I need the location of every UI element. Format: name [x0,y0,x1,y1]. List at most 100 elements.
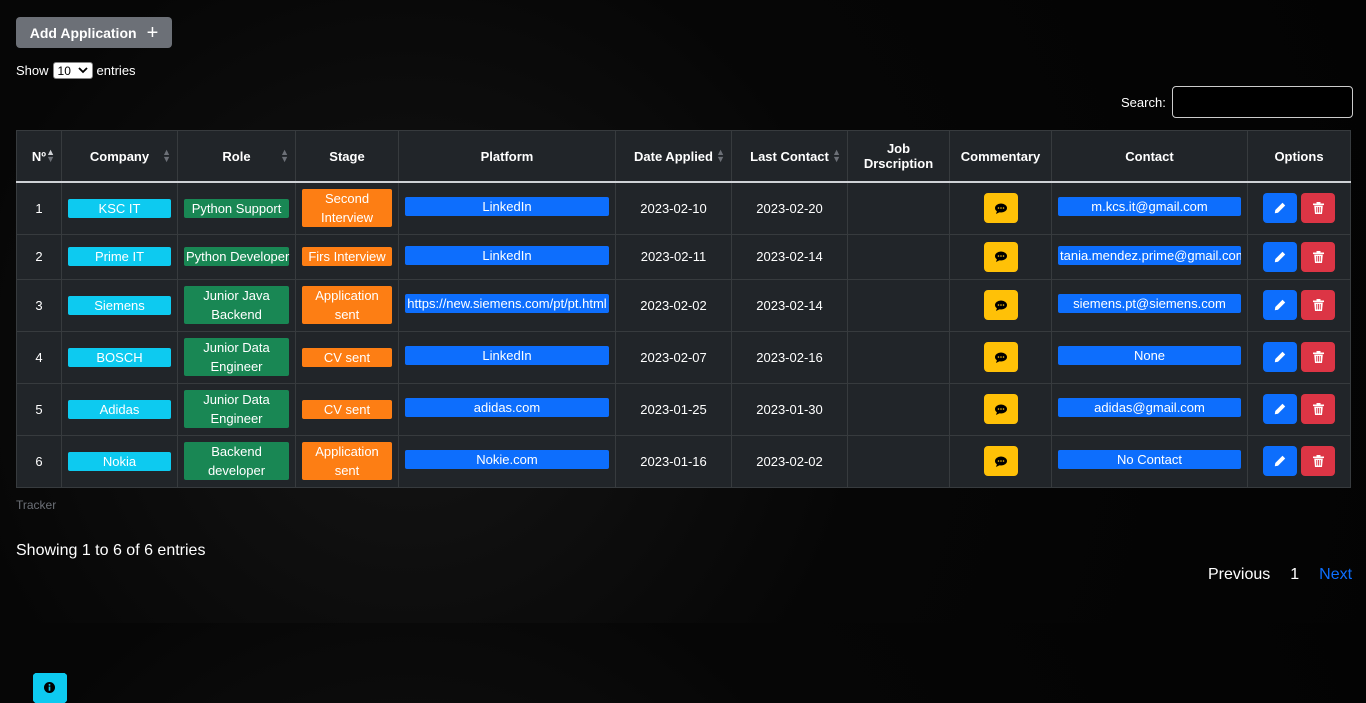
platform-badge: Nokie.com [405,450,609,469]
row-options [1254,342,1344,372]
cell-stage: Second Interview [295,181,399,235]
role-badge: Python Developer [184,247,290,266]
col-header-company[interactable]: Company ▲ ▼ [61,130,178,183]
cell-contact: No Contact [1051,434,1248,488]
cell-date-applied: 2023-01-25 [615,382,732,436]
edit-button[interactable] [1263,446,1297,476]
commentary-button[interactable] [983,342,1018,372]
cell-role: Python Support [177,181,296,235]
company-badge: Siemens [68,295,171,315]
cell-date-applied: 2023-02-07 [615,330,732,384]
trash-icon [1312,455,1324,467]
cell-number: 1 [16,181,62,235]
role-badge: Junior Java Backend [184,286,289,324]
next-button[interactable]: Next [1319,566,1352,584]
company-badge: Prime IT [68,247,171,266]
stage-badge: Application sent [302,286,392,324]
entries-label: entries [96,63,136,78]
comment-icon [994,456,1007,467]
pencil-icon [1274,455,1286,467]
search-input[interactable] [1171,86,1353,118]
contact-badge: m.kcs.it@gmail.com [1058,197,1241,217]
cell-stage: Firs Interview [295,233,399,280]
contact-badge: None [1058,346,1241,365]
cell-platform: Nokie.com [398,434,616,488]
stage-badge: CV sent [302,347,392,367]
cell-date-applied: 2023-02-10 [615,181,732,235]
pencil-icon [1274,203,1286,214]
cell-role: Junior Java Backend [177,278,296,332]
edit-button[interactable] [1263,342,1297,372]
previous-button[interactable]: Previous [1208,566,1270,584]
add-application-button[interactable]: Add Application + [16,17,172,48]
row-options [1254,446,1344,476]
cell-commentary [949,181,1052,235]
plus-icon: + [146,21,159,44]
col-header-last-contact[interactable]: Last Contact ▲ ▼ [731,130,848,183]
contact-badge: siemens.pt@siemens.com [1058,294,1241,313]
delete-button[interactable] [1301,342,1335,372]
cell-options [1247,181,1351,235]
delete-button[interactable] [1301,193,1335,224]
stage-badge: CV sent [302,399,392,419]
cell-date-applied: 2023-02-11 [615,233,732,280]
col-header-number[interactable]: Nº ▲ ▼ [16,130,62,183]
delete-button[interactable] [1301,290,1335,320]
add-application-label: Add Application [29,24,137,41]
edit-button[interactable] [1263,394,1297,424]
edit-button[interactable] [1263,290,1297,320]
delete-button[interactable] [1301,446,1335,476]
commentary-button[interactable] [983,290,1018,320]
search-control: Search: [1121,86,1353,118]
commentary-button[interactable] [983,241,1018,272]
trash-icon [1312,250,1324,263]
col-header-commentary: Commentary [949,130,1052,183]
chevron-down-icon [77,67,88,74]
cell-company: BOSCH [61,330,178,384]
cell-commentary [949,330,1052,384]
cell-contact: m.kcs.it@gmail.com [1051,181,1248,235]
sort-icon: ▲ ▼ [716,147,725,164]
col-header-job-description: Job Drscription [847,130,950,183]
pagination: Previous 1 Next [1208,566,1352,584]
cell-stage: CV sent [295,382,399,436]
cell-options [1247,434,1351,488]
comment-icon [994,251,1007,262]
cell-number: 6 [16,434,62,488]
cell-commentary [949,434,1052,488]
company-badge: KSC IT [68,198,171,218]
cell-role: Junior Data Engineer [177,330,296,384]
trash-icon [1312,202,1324,215]
cell-platform: LinkedIn [398,330,616,384]
commentary-button[interactable] [983,193,1018,224]
entries-select[interactable]: 10 [52,62,93,79]
cell-company: Siemens [61,278,178,332]
cell-options [1247,382,1351,436]
commentary-button[interactable] [983,446,1018,476]
platform-badge: LinkedIn [405,245,609,265]
cell-contact: tania.mendez.prime@gmail.com [1051,233,1248,280]
col-header-date-applied[interactable]: Date Applied ▲ ▼ [615,130,732,183]
cell-number: 2 [16,233,62,280]
entries-select-value: 10 [57,63,71,78]
cell-date-applied: 2023-02-02 [615,278,732,332]
comment-icon [994,404,1007,415]
pencil-icon [1274,403,1286,415]
page-1-button[interactable]: 1 [1290,566,1299,584]
row-options [1254,290,1344,320]
col-header-role[interactable]: Role ▲ ▼ [177,130,296,183]
edit-button[interactable] [1263,193,1297,224]
job-description-button[interactable] [32,672,67,703]
edit-button[interactable] [1263,241,1297,272]
stage-badge: Application sent [302,442,392,480]
role-badge: Junior Data Engineer [184,390,289,428]
delete-button[interactable] [1301,241,1335,272]
cell-last-contact: 2023-02-16 [731,330,848,384]
trash-icon [1312,351,1324,363]
commentary-button[interactable] [983,394,1018,424]
delete-button[interactable] [1301,394,1335,424]
cell-contact: adidas@gmail.com [1051,382,1248,436]
cell-last-contact: 2023-02-20 [731,181,848,235]
cell-commentary [949,278,1052,332]
company-badge: BOSCH [68,347,171,367]
